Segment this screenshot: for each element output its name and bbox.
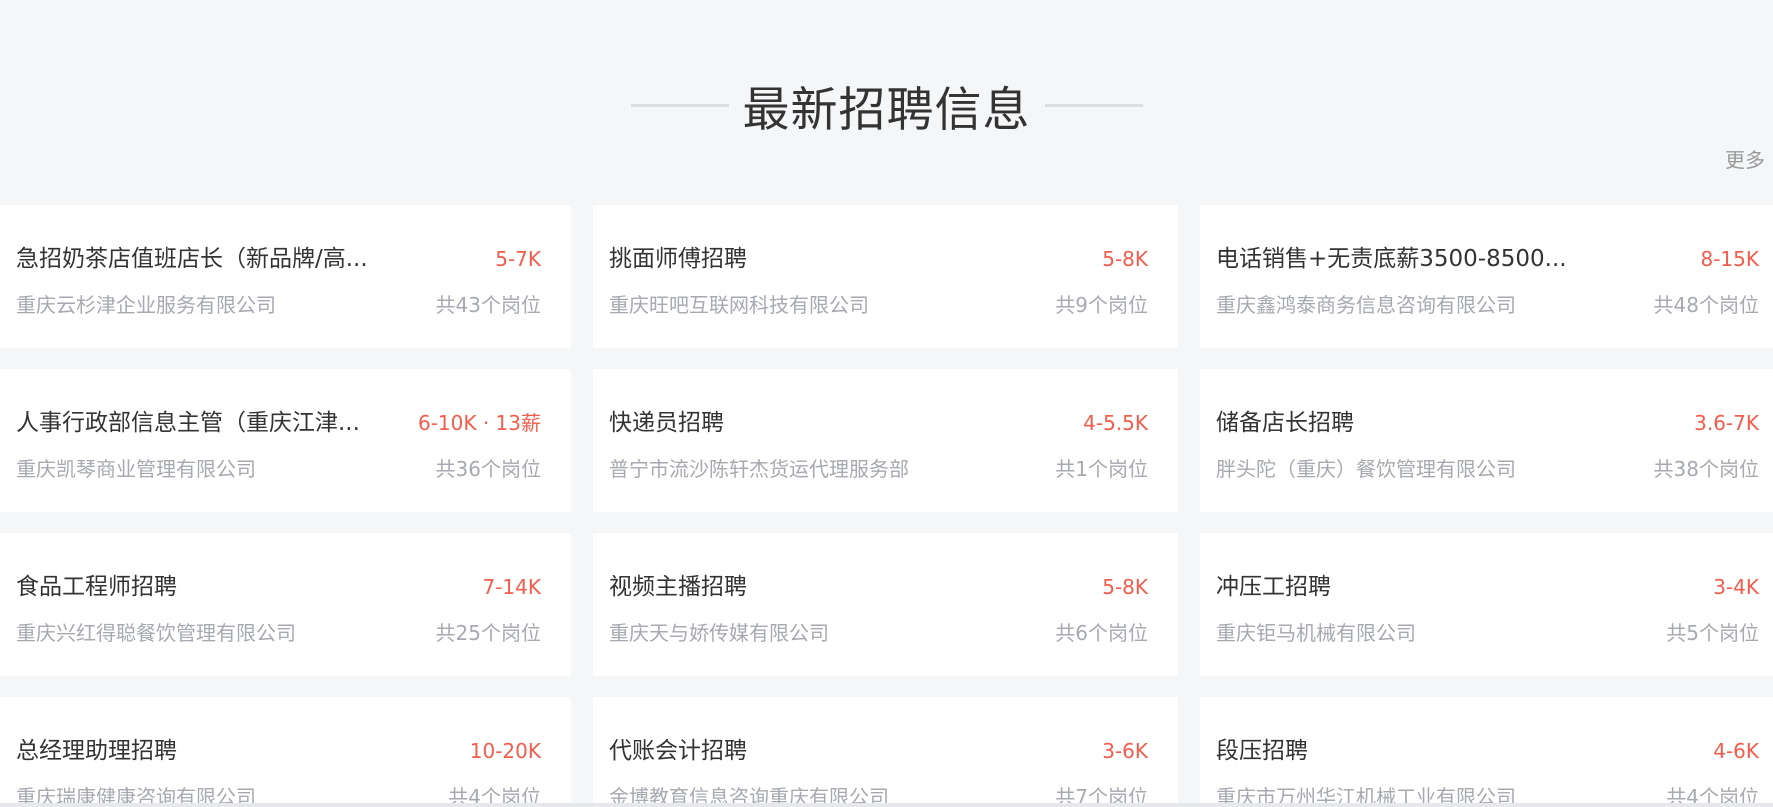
viewport-bottom-edge xyxy=(0,803,1773,807)
job-card[interactable]: 电话销售+无责底薪3500-8500... 8-15K 重庆鑫鸿泰商务信息咨询有… xyxy=(1200,205,1773,348)
job-grid: 急招奶茶店值班店长（新品牌/高... 5-7K 重庆云杉津企业服务有限公司 共4… xyxy=(0,205,1773,807)
job-card[interactable]: 快递员招聘 4-5.5K 普宁市流沙陈轩杰货运代理服务部 共1个岗位 xyxy=(593,369,1178,512)
company-name[interactable]: 重庆钜马机械有限公司 xyxy=(1216,617,1416,646)
job-salary: 8-15K xyxy=(1700,247,1759,271)
job-title[interactable]: 总经理助理招聘 xyxy=(16,731,177,765)
job-title[interactable]: 人事行政部信息主管（重庆江津... xyxy=(16,403,360,437)
position-count: 共1个岗位 xyxy=(1055,457,1148,481)
position-count: 共36个岗位 xyxy=(435,457,541,481)
page: 最新招聘信息 更多 急招奶茶店值班店长（新品牌/高... 5-7K 重庆云杉津企… xyxy=(0,0,1773,807)
section-title: 最新招聘信息 xyxy=(742,82,1031,138)
job-title[interactable]: 段压招聘 xyxy=(1216,731,1308,765)
job-salary: 3.6-7K xyxy=(1694,411,1759,435)
position-count: 共9个岗位 xyxy=(1055,293,1148,317)
job-title[interactable]: 储备店长招聘 xyxy=(1216,403,1354,437)
job-salary: 4-5.5K xyxy=(1083,411,1148,435)
job-salary: 3-6K xyxy=(1102,739,1148,763)
company-name[interactable]: 重庆云杉津企业服务有限公司 xyxy=(16,289,276,318)
job-card[interactable]: 冲压工招聘 3-4K 重庆钜马机械有限公司 共5个岗位 xyxy=(1200,533,1773,676)
job-title[interactable]: 急招奶茶店值班店长（新品牌/高... xyxy=(16,239,368,273)
job-card[interactable]: 代账会计招聘 3-6K 金博教育信息咨询重庆有限公司 共7个岗位 xyxy=(593,697,1178,807)
job-card[interactable]: 储备店长招聘 3.6-7K 胖头陀（重庆）餐饮管理有限公司 共38个岗位 xyxy=(1200,369,1773,512)
job-title[interactable]: 冲压工招聘 xyxy=(1216,567,1331,601)
job-title[interactable]: 快递员招聘 xyxy=(609,403,724,437)
job-title[interactable]: 代账会计招聘 xyxy=(609,731,747,765)
title-right-divider xyxy=(1044,103,1143,107)
company-name[interactable]: 普宁市流沙陈轩杰货运代理服务部 xyxy=(609,453,909,482)
company-name[interactable]: 胖头陀（重庆）餐饮管理有限公司 xyxy=(1216,453,1516,482)
company-name[interactable]: 重庆兴红得聪餐饮管理有限公司 xyxy=(16,617,296,646)
job-card[interactable]: 总经理助理招聘 10-20K 重庆瑞康健康咨询有限公司 共4个岗位 xyxy=(0,697,571,807)
job-title[interactable]: 电话销售+无责底薪3500-8500... xyxy=(1216,239,1567,273)
company-name[interactable]: 重庆旺吧互联网科技有限公司 xyxy=(609,289,869,318)
job-title[interactable]: 视频主播招聘 xyxy=(609,567,747,601)
job-card[interactable]: 视频主播招聘 5-8K 重庆天与娇传媒有限公司 共6个岗位 xyxy=(593,533,1178,676)
title-left-divider xyxy=(630,103,729,107)
job-salary: 7-14K xyxy=(482,575,541,599)
job-card[interactable]: 急招奶茶店值班店长（新品牌/高... 5-7K 重庆云杉津企业服务有限公司 共4… xyxy=(0,205,571,348)
position-count: 共25个岗位 xyxy=(435,621,541,645)
job-card[interactable]: 段压招聘 4-6K 重庆市万州华江机械工业有限公司 共4个岗位 xyxy=(1200,697,1773,807)
job-salary: 6-10K · 13薪 xyxy=(417,411,541,435)
job-salary: 10-20K xyxy=(469,739,541,763)
job-salary: 5-7K xyxy=(495,247,541,271)
job-card[interactable]: 挑面师傅招聘 5-8K 重庆旺吧互联网科技有限公司 共9个岗位 xyxy=(593,205,1178,348)
position-count: 共48个岗位 xyxy=(1653,293,1759,317)
position-count: 共6个岗位 xyxy=(1055,621,1148,645)
job-salary: 3-4K xyxy=(1713,575,1759,599)
job-salary: 5-8K xyxy=(1102,575,1148,599)
position-count: 共43个岗位 xyxy=(435,293,541,317)
job-title[interactable]: 挑面师傅招聘 xyxy=(609,239,747,273)
job-card[interactable]: 食品工程师招聘 7-14K 重庆兴红得聪餐饮管理有限公司 共25个岗位 xyxy=(0,533,571,676)
company-name[interactable]: 重庆凯琴商业管理有限公司 xyxy=(16,453,256,482)
job-salary: 4-6K xyxy=(1713,739,1759,763)
position-count: 共5个岗位 xyxy=(1666,621,1759,645)
job-card[interactable]: 人事行政部信息主管（重庆江津... 6-10K · 13薪 重庆凯琴商业管理有限… xyxy=(0,369,571,512)
company-name[interactable]: 重庆鑫鸿泰商务信息咨询有限公司 xyxy=(1216,289,1516,318)
job-title[interactable]: 食品工程师招聘 xyxy=(16,567,177,601)
position-count: 共38个岗位 xyxy=(1653,457,1759,481)
company-name[interactable]: 重庆天与娇传媒有限公司 xyxy=(609,617,829,646)
section-header: 最新招聘信息 xyxy=(0,70,1773,140)
job-salary: 5-8K xyxy=(1102,247,1148,271)
more-link[interactable]: 更多 xyxy=(1725,144,1765,173)
